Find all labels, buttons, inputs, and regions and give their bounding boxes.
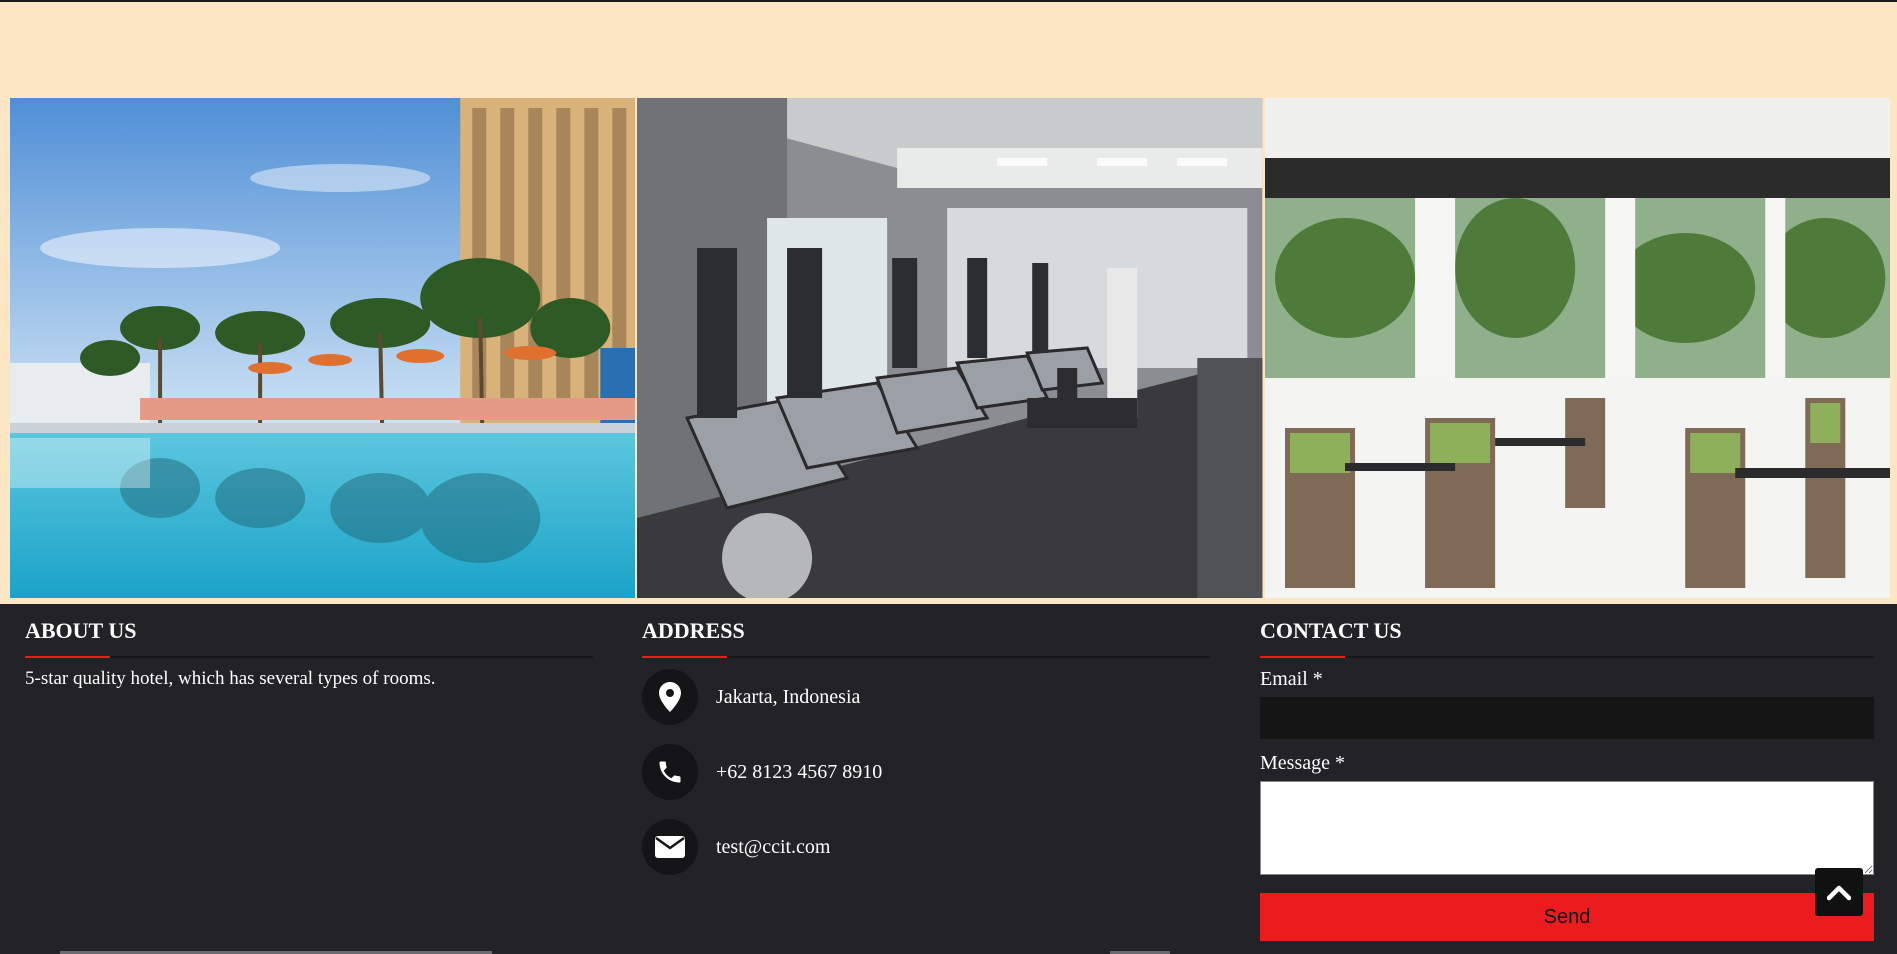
address-location: Jakarta, Indonesia — [642, 669, 860, 725]
map-pin-icon — [642, 669, 698, 725]
phone-icon — [642, 744, 698, 800]
address-email: test@ccit.com — [642, 819, 831, 875]
message-field[interactable] — [1260, 781, 1874, 875]
chevron-up-icon — [1827, 885, 1851, 901]
location-text: Jakarta, Indonesia — [716, 685, 861, 708]
pool-photo — [10, 98, 636, 598]
scroll-to-top-button[interactable] — [1815, 868, 1863, 916]
email-label: Email * — [1260, 668, 1323, 690]
about-heading: ABOUT US — [25, 618, 137, 643]
contact-divider — [1260, 656, 1874, 658]
address-divider — [642, 656, 1210, 658]
send-button[interactable]: Send — [1260, 893, 1874, 941]
about-text: 5-star quality hotel, which has several … — [25, 668, 436, 689]
email-text: test@ccit.com — [716, 835, 831, 858]
about-divider — [25, 656, 593, 658]
gym-photo — [637, 98, 1263, 598]
address-phone: +62 8123 4567 8910 — [642, 744, 882, 800]
phone-text: +62 8123 4567 8910 — [716, 760, 883, 783]
message-label: Message * — [1260, 752, 1345, 774]
site-footer: ABOUT US 5-star quality hotel, which has… — [0, 604, 1897, 954]
photo-gallery — [10, 98, 1890, 598]
email-field[interactable] — [1260, 697, 1874, 739]
contact-heading: CONTACT US — [1260, 618, 1402, 643]
restaurant-photo — [1264, 98, 1890, 598]
address-heading: ADDRESS — [642, 618, 745, 643]
envelope-icon — [642, 819, 698, 875]
